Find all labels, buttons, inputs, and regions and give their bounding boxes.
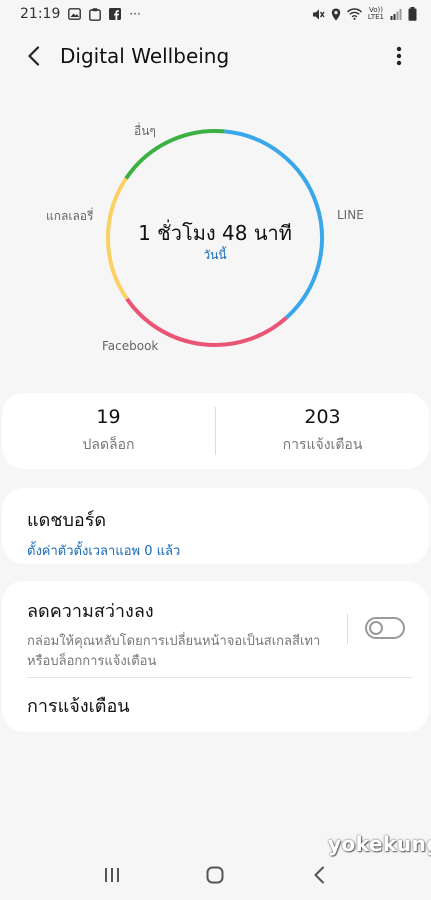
notifications-stat[interactable]: 203 การแจ้งเตือน bbox=[216, 393, 429, 469]
usage-chart[interactable]: LINE Facebook แกลเลอรี่ อื่นๆ 1 ชั่วโมง … bbox=[0, 108, 431, 368]
segment-label-facebook: Facebook bbox=[102, 339, 159, 353]
segment-label-line: LINE bbox=[337, 208, 364, 222]
volte-icon: Vo)) LTE1 bbox=[368, 7, 384, 21]
facebook-icon bbox=[109, 8, 122, 20]
app-bar: Digital Wellbeing bbox=[0, 30, 431, 82]
more-options-button[interactable] bbox=[381, 34, 417, 78]
location-icon bbox=[331, 8, 341, 21]
segment-label-others: อื่นๆ bbox=[134, 124, 156, 138]
back-icon bbox=[314, 866, 325, 884]
battery-icon bbox=[408, 7, 417, 21]
status-time: 21:19 bbox=[20, 6, 61, 22]
usage-period: วันนี้ bbox=[203, 248, 227, 262]
page-title: Digital Wellbeing bbox=[60, 44, 230, 68]
recent-apps-icon bbox=[104, 868, 119, 882]
dashboard-subtitle: ตั้งค่าตัวตั้งเวลาแอพ 0 แล้ว bbox=[27, 544, 181, 559]
notifications-value: 203 bbox=[304, 406, 341, 428]
wind-down-toggle[interactable] bbox=[365, 617, 405, 639]
unlocks-value: 19 bbox=[96, 406, 121, 428]
notifications-settings-row[interactable]: การแจ้งเตือน bbox=[2, 678, 429, 732]
stats-card: 19 ปลดล็อก 203 การแจ้งเตือน bbox=[2, 393, 429, 469]
recent-apps-button[interactable] bbox=[90, 853, 134, 897]
navigation-bar bbox=[0, 850, 431, 900]
home-icon bbox=[206, 866, 224, 884]
wind-down-description: กล่อมให้คุณหลับโดยการเปลี่ยนหน้าจอเป็นสเ… bbox=[27, 634, 321, 669]
gallery-icon bbox=[68, 8, 82, 20]
unlocks-stat[interactable]: 19 ปลดล็อก bbox=[2, 393, 215, 469]
network-label-bottom: LTE1 bbox=[367, 13, 384, 21]
status-right: Vo)) LTE1 bbox=[312, 7, 417, 21]
toggle-knob bbox=[369, 621, 383, 635]
back-button[interactable] bbox=[12, 34, 56, 78]
home-button[interactable] bbox=[193, 853, 237, 897]
nav-back-button[interactable] bbox=[297, 853, 341, 897]
signal-icon bbox=[390, 8, 402, 20]
mute-icon bbox=[312, 8, 325, 21]
segment-label-gallery: แกลเลอรี่ bbox=[46, 209, 94, 223]
dashboard-card[interactable]: แดชบอร์ด ตั้งค่าตัวตั้งเวลาแอพ 0 แล้ว bbox=[2, 488, 429, 564]
more-notifications-indicator: ··· bbox=[129, 7, 141, 21]
phone-icon bbox=[89, 7, 102, 21]
total-usage-time: 1 ชั่วโมง 48 นาที bbox=[138, 221, 292, 245]
wind-down-divider bbox=[347, 614, 348, 644]
status-left: 21:19 ··· bbox=[20, 6, 141, 22]
notifications-label: การแจ้งเตือน bbox=[282, 437, 363, 453]
dashboard-title: แดชบอร์ด bbox=[27, 510, 107, 531]
arrow-back-icon bbox=[28, 46, 40, 66]
more-vert-icon bbox=[396, 46, 402, 66]
unlocks-label: ปลดล็อก bbox=[82, 437, 135, 453]
status-bar: 21:19 ··· Vo)) LTE1 bbox=[0, 0, 431, 28]
settings-card: ลดความสว่างลง กล่อมให้คุณหลับโดยการเปลี่… bbox=[2, 581, 429, 732]
notifications-settings-title: การแจ้งเตือน bbox=[27, 696, 130, 717]
wifi-icon bbox=[346, 8, 362, 20]
